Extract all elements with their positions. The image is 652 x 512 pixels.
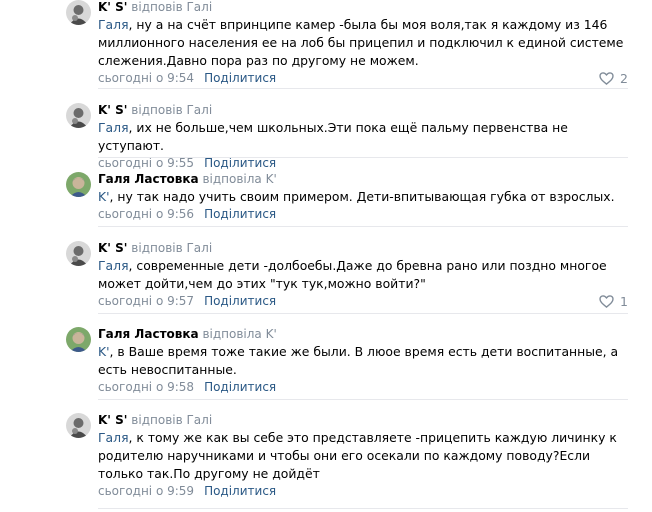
comment-header: K' S' відповів Галі xyxy=(98,0,628,15)
mention-link[interactable]: Галя xyxy=(98,120,129,135)
share-button[interactable]: Поділитися xyxy=(204,294,276,308)
reply-to-label[interactable]: відповів Галі xyxy=(131,413,212,427)
comment-footer: сьогодні о 9:56 Поділитися xyxy=(98,207,628,222)
comment-body: , их не больше,чем школьных.Эти пока ещё… xyxy=(98,120,568,153)
comment-footer: сьогодні о 9:54 Поділитися xyxy=(98,71,628,86)
comment-time[interactable]: сьогодні о 9:59 xyxy=(98,484,194,498)
share-button[interactable]: Поділитися xyxy=(204,380,276,394)
reply-to-label[interactable]: відповіла K' xyxy=(202,327,276,341)
mention-link[interactable]: K' xyxy=(98,189,110,204)
comment-time[interactable]: сьогодні о 9:55 xyxy=(98,156,194,170)
reply-to-label[interactable]: відповіла K' xyxy=(202,172,276,186)
divider xyxy=(98,226,628,227)
mention-link[interactable]: Галя xyxy=(98,430,129,445)
comment-footer: сьогодні о 9:58 Поділитися xyxy=(98,380,628,395)
comment-text: K', в Ваше время тоже такие же были. В л… xyxy=(98,343,628,379)
avatar-ks-icon[interactable] xyxy=(66,413,91,438)
comment-header: Галя Ластовка відповіла K' xyxy=(98,327,628,342)
like-button[interactable]: 2 xyxy=(599,71,628,86)
comment-body: , ну так надо учить своим примером. Дети… xyxy=(109,189,615,204)
author-name[interactable]: Галя Ластовка xyxy=(98,172,199,186)
reply-to-label[interactable]: відповів Галі xyxy=(131,241,212,255)
comment-footer: сьогодні о 9:59 Поділитися xyxy=(98,484,628,499)
comment-header: K' S' відповів Галі xyxy=(98,103,628,118)
author-name[interactable]: K' S' xyxy=(98,0,127,14)
comment-time[interactable]: сьогодні о 9:58 xyxy=(98,380,194,394)
avatar-galya-icon[interactable] xyxy=(66,172,91,197)
comment-footer: сьогодні о 9:55 Поділитися xyxy=(98,156,628,171)
like-button[interactable]: 1 xyxy=(599,294,628,309)
comment-time[interactable]: сьогодні о 9:56 xyxy=(98,207,194,221)
avatar-ks-icon[interactable] xyxy=(66,241,91,266)
comment-text: Галя, ну а на счёт впринципе камер -была… xyxy=(98,16,628,70)
mention-link[interactable]: Галя xyxy=(98,17,129,32)
share-button[interactable]: Поділитися xyxy=(204,207,276,221)
author-name[interactable]: K' S' xyxy=(98,413,127,427)
comment-time[interactable]: сьогодні о 9:54 xyxy=(98,71,194,85)
avatar-ks-icon[interactable] xyxy=(66,0,91,25)
divider xyxy=(98,157,628,158)
reply-to-label[interactable]: відповів Галі xyxy=(131,103,212,117)
comment-header: K' S' відповів Галі xyxy=(98,241,628,256)
divider xyxy=(98,399,628,400)
comment-text: Галя, к тому же как вы себе это представ… xyxy=(98,429,628,483)
comment-header: K' S' відповів Галі xyxy=(98,413,628,428)
divider xyxy=(98,313,628,314)
heart-icon xyxy=(599,295,614,308)
mention-link[interactable]: Галя xyxy=(98,258,129,273)
comment-body: , к тому же как вы себе это представляет… xyxy=(98,430,617,481)
divider xyxy=(98,88,628,89)
comment-body: , в Ваше время тоже такие же были. В люо… xyxy=(98,344,619,377)
comment-text: K', ну так надо учить своим примером. Де… xyxy=(98,188,628,206)
comment-footer: сьогодні о 9:57 Поділитися xyxy=(98,294,628,309)
comment-time[interactable]: сьогодні о 9:57 xyxy=(98,294,194,308)
comment-thread: K' S' відповів Галі Галя, ну а на счёт в… xyxy=(0,0,652,512)
comment-text: Галя, их не больше,чем школьных.Эти пока… xyxy=(98,119,628,155)
author-name[interactable]: K' S' xyxy=(98,103,127,117)
share-button[interactable]: Поділитися xyxy=(204,71,276,85)
comment-body: , современные дети -долбоебы.Даже до бре… xyxy=(98,258,607,291)
avatar-ks-icon[interactable] xyxy=(66,103,91,128)
reply-to-label[interactable]: відповів Галі xyxy=(131,0,212,14)
like-count: 1 xyxy=(620,294,628,309)
comment-header: Галя Ластовка відповіла K' xyxy=(98,172,628,187)
heart-icon xyxy=(599,72,614,85)
share-button[interactable]: Поділитися xyxy=(204,156,276,170)
comment-text: Галя, современные дети -долбоебы.Даже до… xyxy=(98,257,628,293)
share-button[interactable]: Поділитися xyxy=(204,484,276,498)
avatar-galya-icon[interactable] xyxy=(66,327,91,352)
author-name[interactable]: K' S' xyxy=(98,241,127,255)
comment-body: , ну а на счёт впринципе камер -была бы … xyxy=(98,17,624,68)
author-name[interactable]: Галя Ластовка xyxy=(98,327,199,341)
divider xyxy=(98,508,628,509)
mention-link[interactable]: K' xyxy=(98,344,110,359)
like-count: 2 xyxy=(620,71,628,86)
